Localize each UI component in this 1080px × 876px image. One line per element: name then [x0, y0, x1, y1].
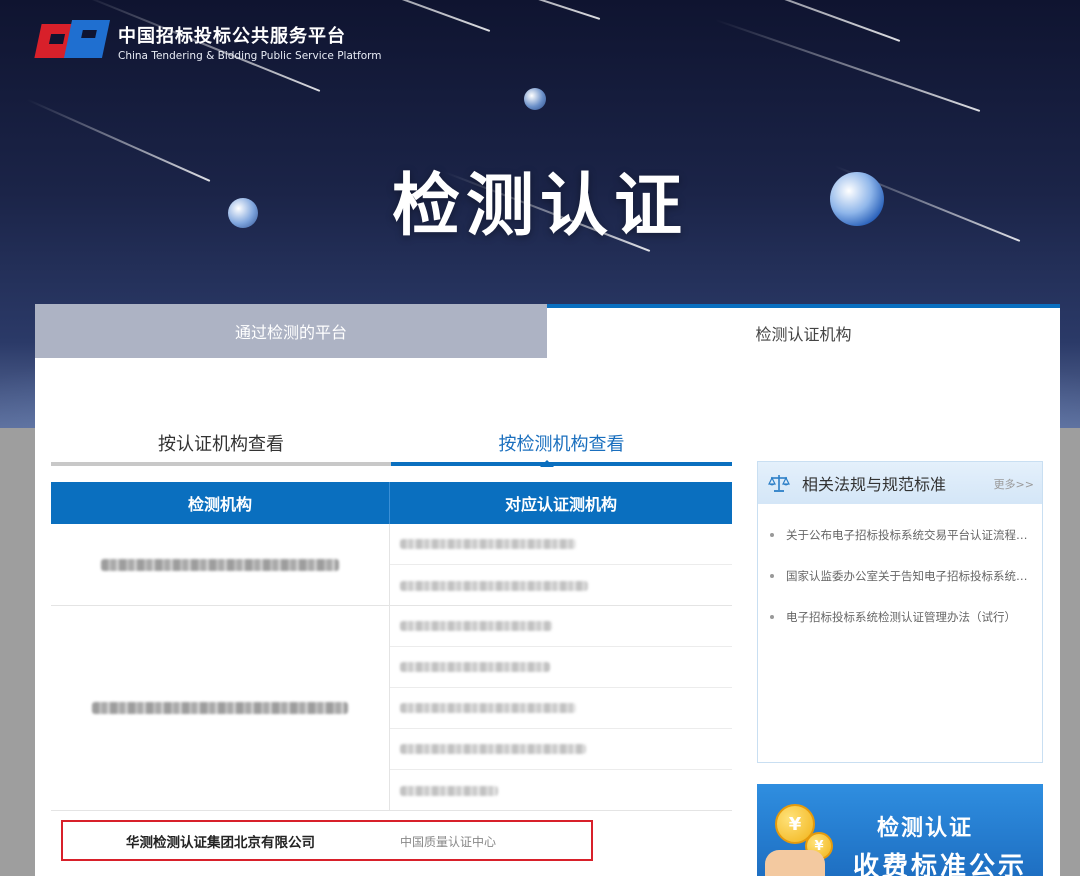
certification-body-cell-redacted [390, 688, 732, 729]
list-item[interactable]: 国家认监委办公室关于告知电子招标投标系统检测认证 [770, 555, 1032, 596]
main-tabs: 通过检测的平台 检测认证机构 [35, 304, 1060, 358]
hand-icon [765, 850, 825, 876]
active-tab-caret [540, 460, 554, 467]
list-item[interactable]: 关于公布电子招标投标系统交易平台认证流程的公告 [770, 514, 1032, 555]
regulations-panel: 相关法规与规范标准 更多>> 关于公布电子招标投标系统交易平台认证流程的公告 国… [757, 461, 1043, 763]
regulations-list: 关于公布电子招标投标系统交易平台认证流程的公告 国家认监委办公室关于告知电子招标… [758, 504, 1042, 637]
regulations-panel-header: 相关法规与规范标准 更多>> [758, 462, 1042, 504]
fee-standard-banner[interactable]: ¥ ¥ 检测认证 收费标准公示 [757, 784, 1043, 876]
table-row-highlighted: 华测检测认证集团北京有限公司 中国质量认证中心 [51, 811, 732, 871]
more-link[interactable]: 更多>> [994, 476, 1034, 492]
certification-body-cell-redacted [390, 606, 732, 647]
list-item[interactable]: 电子招标投标系统检测认证管理办法（试行） [770, 596, 1032, 637]
certification-body-name: 中国质量认证中心 [400, 834, 497, 849]
testing-body-name: 华测检测认证集团北京有限公司 [126, 835, 315, 851]
testing-body-cell-redacted [51, 606, 390, 810]
institution-table: 检测机构 对应认证测机构 华测检测认证集团北京有限公司 中国质量认证中心 [51, 482, 732, 871]
page: 中国招标投标公共服务平台 China Tendering & Bidding P… [0, 0, 1080, 876]
certification-body-cell-redacted [390, 729, 732, 770]
subtab-by-certifier[interactable]: 按认证机构查看 [51, 424, 391, 466]
logo-title: 中国招标投标公共服务平台 [118, 26, 346, 47]
scales-icon [768, 475, 790, 492]
certification-body-cell-redacted [390, 770, 732, 811]
banner-line-1: 检测认证 [877, 816, 974, 841]
subtab-by-tester[interactable]: 按检测机构查看 [391, 424, 732, 466]
logo-mark-icon [34, 20, 111, 64]
table-row-group [51, 606, 732, 811]
main-card: 通过检测的平台 检测认证机构 按认证机构查看 按检测机构查看 检测机构 对应认证… [35, 304, 1060, 876]
regulations-title: 相关法规与规范标准 [802, 475, 947, 494]
logo-subtitle: China Tendering & Bidding Public Service… [118, 50, 382, 62]
certification-body-cell-redacted [390, 647, 732, 688]
column-header-certification-body: 对应认证测机构 [504, 495, 617, 514]
table-header: 检测机构 对应认证测机构 [51, 482, 732, 524]
sub-tabs: 按认证机构查看 按检测机构查看 [51, 424, 732, 466]
column-header-testing-body: 检测机构 [51, 482, 390, 524]
page-title: 检测认证 [391, 167, 688, 246]
tab-certification-bodies[interactable]: 检测认证机构 [547, 304, 1060, 358]
table-row-group [51, 524, 732, 606]
globe-icon [524, 88, 546, 110]
testing-body-cell-redacted [51, 524, 390, 605]
platform-logo[interactable]: 中国招标投标公共服务平台 China Tendering & Bidding P… [34, 20, 382, 64]
certification-body-cell-redacted [390, 524, 732, 565]
certification-body-cell-redacted [390, 565, 732, 606]
tab-passed-platforms[interactable]: 通过检测的平台 [35, 304, 547, 358]
banner-line-2: 收费标准公示 [853, 852, 1028, 876]
